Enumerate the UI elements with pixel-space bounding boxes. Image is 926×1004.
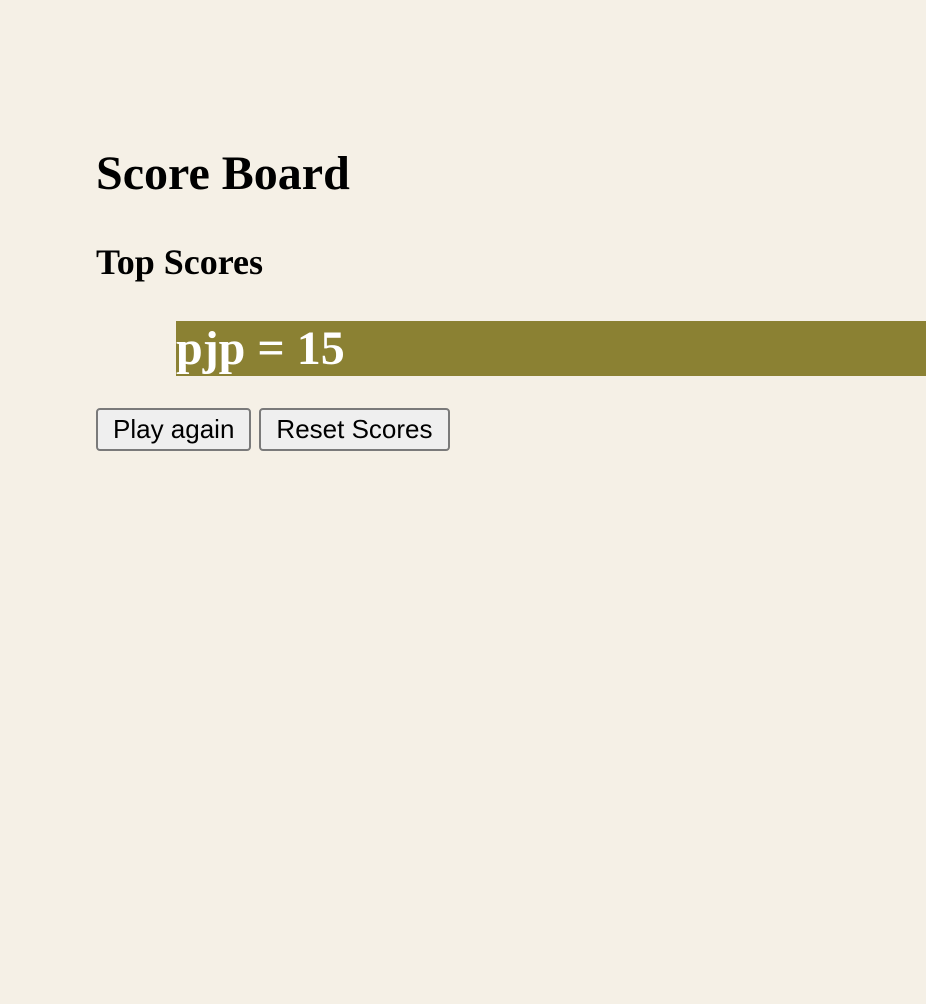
score-board-page: Score Board Top Scores pjp = 15 Play aga… <box>0 0 926 1004</box>
reset-scores-button[interactable]: Reset Scores <box>259 408 450 451</box>
score-list-item: pjp = 15 <box>176 321 926 376</box>
score-list: pjp = 15 <box>176 321 926 376</box>
section-title-top-scores: Top Scores <box>96 242 264 282</box>
action-buttons: Play again Reset Scores <box>96 408 450 451</box>
page-title: Score Board <box>96 147 350 200</box>
play-again-button[interactable]: Play again <box>96 408 252 451</box>
